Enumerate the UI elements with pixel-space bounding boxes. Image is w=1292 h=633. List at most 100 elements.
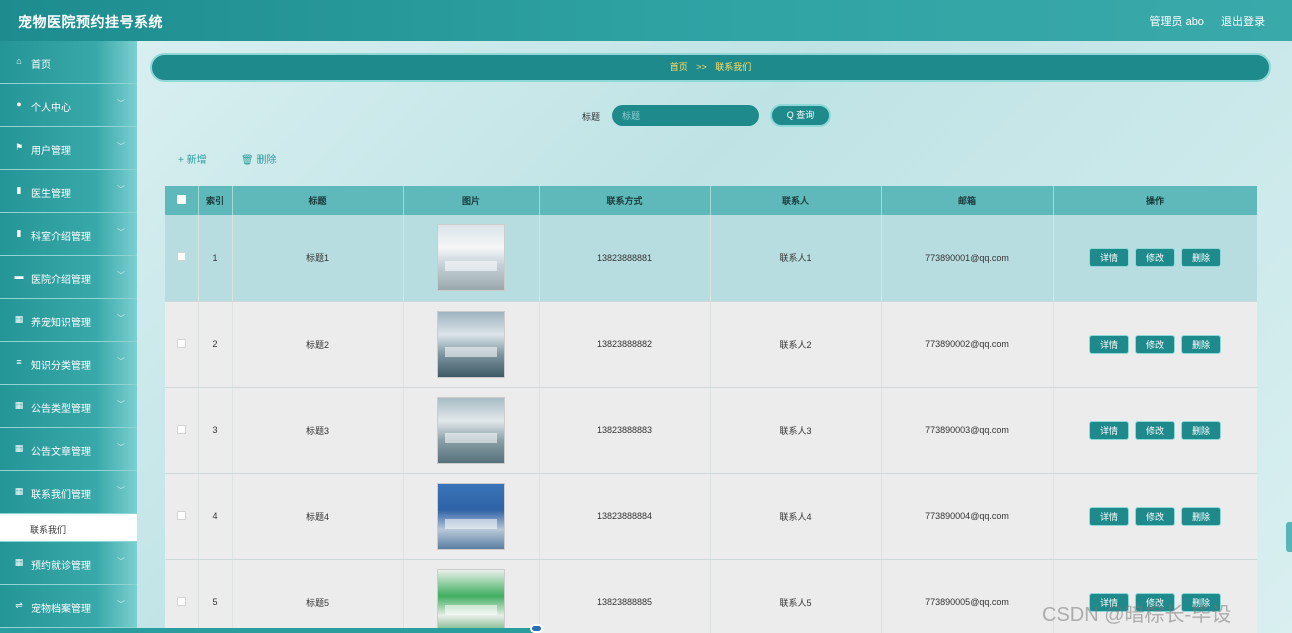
sidebar-item-knowledge-category[interactable]: ≡ 知识分类管理 ﹀: [0, 342, 137, 385]
breadcrumb-home[interactable]: 首页: [670, 62, 688, 72]
cell-actions: 详情 修改 删除: [1053, 387, 1257, 474]
row-image: [437, 568, 505, 633]
row-checkbox[interactable]: [176, 424, 186, 434]
batch-delete-button[interactable]: 🗑 删除: [241, 151, 276, 166]
edit-button[interactable]: 修改: [1135, 506, 1175, 526]
sidebar-item-label: 科室介绍管理: [31, 232, 91, 243]
cell-contact: 联系人4: [710, 473, 882, 560]
table-header-row: 索引 标题 图片 联系方式 联系人 邮箱 操作: [165, 186, 1257, 215]
sidebar-item-label: 宠物档案管理: [31, 604, 91, 615]
logout-button[interactable]: 退出登录: [1221, 16, 1265, 28]
sidebar-item-personal[interactable]: ● 个人中心 ﹀: [0, 84, 137, 127]
header-actions: 操作: [1053, 186, 1257, 215]
sidebar-item-label: 知识分类管理: [31, 361, 91, 372]
cell-phone: 13823888882: [539, 301, 711, 388]
cell-phone: 13823888885: [539, 559, 711, 633]
chevron-down-icon: ﹀: [117, 443, 125, 452]
sidebar-item-label: 联系我们管理: [31, 490, 91, 501]
delete-button[interactable]: 删除: [1181, 248, 1221, 268]
data-table: 索引 标题 图片 联系方式 联系人 邮箱 操作 1 标题1 1382388888…: [165, 186, 1257, 633]
sidebar-item-pet-archive[interactable]: ⇌ 宠物档案管理 ﹀: [0, 585, 137, 628]
chevron-down-icon: ﹀: [117, 357, 125, 366]
cell-phone: 13823888881: [539, 215, 711, 302]
horizontal-scrollbar[interactable]: [137, 628, 537, 633]
watermark: CSDN @暗棕长-毕设: [1042, 604, 1232, 626]
cell-contact: 联系人5: [710, 559, 882, 633]
sidebar-item-contact[interactable]: ▦ 联系我们管理 ﹀: [0, 471, 137, 514]
detail-button[interactable]: 详情: [1089, 248, 1129, 268]
cell-contact: 联系人2: [710, 301, 882, 388]
table-row[interactable]: 1 标题1 13823888881 联系人1 773890001@qq.com …: [165, 215, 1257, 302]
cell-index: 5: [198, 559, 233, 633]
edit-button[interactable]: 修改: [1135, 248, 1175, 268]
sidebar-item-notice-article[interactable]: ▦ 公告文章管理 ﹀: [0, 428, 137, 471]
header-select-all[interactable]: [165, 186, 199, 215]
sidebar-item-label: 医院介绍管理: [31, 275, 91, 286]
sidebar-item-notice-type[interactable]: ▦ 公告类型管理 ﹀: [0, 385, 137, 428]
header-title: 标题: [232, 186, 404, 215]
clipboard-icon: ▮: [16, 228, 22, 238]
sidebar-item-appointment[interactable]: ▦ 预约就诊管理 ﹀: [0, 542, 137, 585]
sidebar-item-doctors[interactable]: ▮ 医生管理 ﹀: [0, 170, 137, 213]
cell-phone: 13823888884: [539, 473, 711, 560]
chevron-down-icon: ﹀: [117, 99, 125, 108]
row-checkbox[interactable]: [176, 252, 186, 262]
chevron-down-icon: ﹀: [117, 314, 125, 323]
list-icon: ≡: [16, 357, 22, 367]
sidebar-item-knowledge[interactable]: ▦ 养宠知识管理 ﹀: [0, 299, 137, 342]
search-button[interactable]: Q 查询: [770, 104, 831, 127]
row-checkbox[interactable]: [176, 338, 186, 348]
side-drawer-handle[interactable]: [1286, 522, 1292, 552]
grid-icon: ▦: [14, 400, 24, 410]
cell-title: 标题2: [232, 301, 404, 388]
cell-title: 标题4: [232, 473, 404, 560]
home-icon: ⌂: [16, 56, 22, 66]
detail-button[interactable]: 详情: [1089, 420, 1129, 440]
sidebar-item-home[interactable]: ⌂ 首页: [0, 41, 137, 84]
header-index: 索引: [198, 186, 233, 215]
row-checkbox[interactable]: [176, 596, 186, 606]
select-all-checkbox[interactable]: [176, 195, 186, 204]
row-image: [437, 224, 505, 292]
sidebar-item-departments[interactable]: ▮ 科室介绍管理 ﹀: [0, 213, 137, 256]
table-row[interactable]: 3 标题3 13823888883 联系人3 773890003@qq.com …: [165, 387, 1257, 474]
cell-contact: 联系人1: [710, 215, 882, 302]
cell-contact: 联系人3: [710, 387, 882, 474]
cell-index: 1: [198, 215, 233, 302]
cell-index: 3: [198, 387, 233, 474]
chevron-down-icon: ﹀: [117, 600, 125, 609]
chevron-down-icon: ﹀: [117, 557, 125, 566]
table-row[interactable]: 4 标题4 13823888884 联系人4 773890004@qq.com …: [165, 473, 1257, 560]
edit-button[interactable]: 修改: [1135, 420, 1175, 440]
top-bar: 宠物医院预约挂号系统 管理员 abo 退出登录: [0, 0, 1292, 41]
sidebar-item-users[interactable]: ⚑ 用户管理 ﹀: [0, 127, 137, 170]
cell-title: 标题3: [232, 387, 404, 474]
search-label: 标题: [582, 112, 601, 122]
cell-email: 773890001@qq.com: [881, 215, 1054, 302]
breadcrumb-separator: >>: [696, 62, 707, 72]
sidebar-item-hospital[interactable]: ▬ 医院介绍管理 ﹀: [0, 256, 137, 299]
cell-title: 标题1: [232, 215, 404, 302]
cell-actions: 详情 修改 删除: [1053, 301, 1257, 388]
scrollbar-handle[interactable]: [530, 624, 543, 633]
delete-button[interactable]: 删除: [1181, 506, 1221, 526]
delete-button[interactable]: 删除: [1181, 420, 1221, 440]
sidebar-item-label: 医生管理: [31, 189, 71, 200]
table-row[interactable]: 2 标题2 13823888882 联系人2 773890002@qq.com …: [165, 301, 1257, 388]
sidebar-item-label: 用户管理: [31, 146, 71, 157]
sidebar-subitem-contact-us[interactable]: 联系我们: [0, 514, 137, 542]
chevron-up-icon: ﹀: [117, 486, 125, 495]
row-checkbox[interactable]: [176, 510, 186, 520]
detail-button[interactable]: 详情: [1089, 334, 1129, 354]
row-image: [437, 396, 505, 464]
cell-email: 773890002@qq.com: [881, 301, 1054, 388]
delete-button[interactable]: 删除: [1181, 334, 1221, 354]
search-input[interactable]: [612, 105, 759, 126]
edit-button[interactable]: 修改: [1135, 334, 1175, 354]
detail-button[interactable]: 详情: [1089, 506, 1129, 526]
row-image: [437, 482, 505, 550]
chevron-down-icon: ﹀: [117, 228, 125, 237]
sidebar-item-label: 个人中心: [31, 103, 71, 114]
chevron-down-icon: ﹀: [117, 185, 125, 194]
add-button[interactable]: + 新增: [178, 151, 207, 166]
